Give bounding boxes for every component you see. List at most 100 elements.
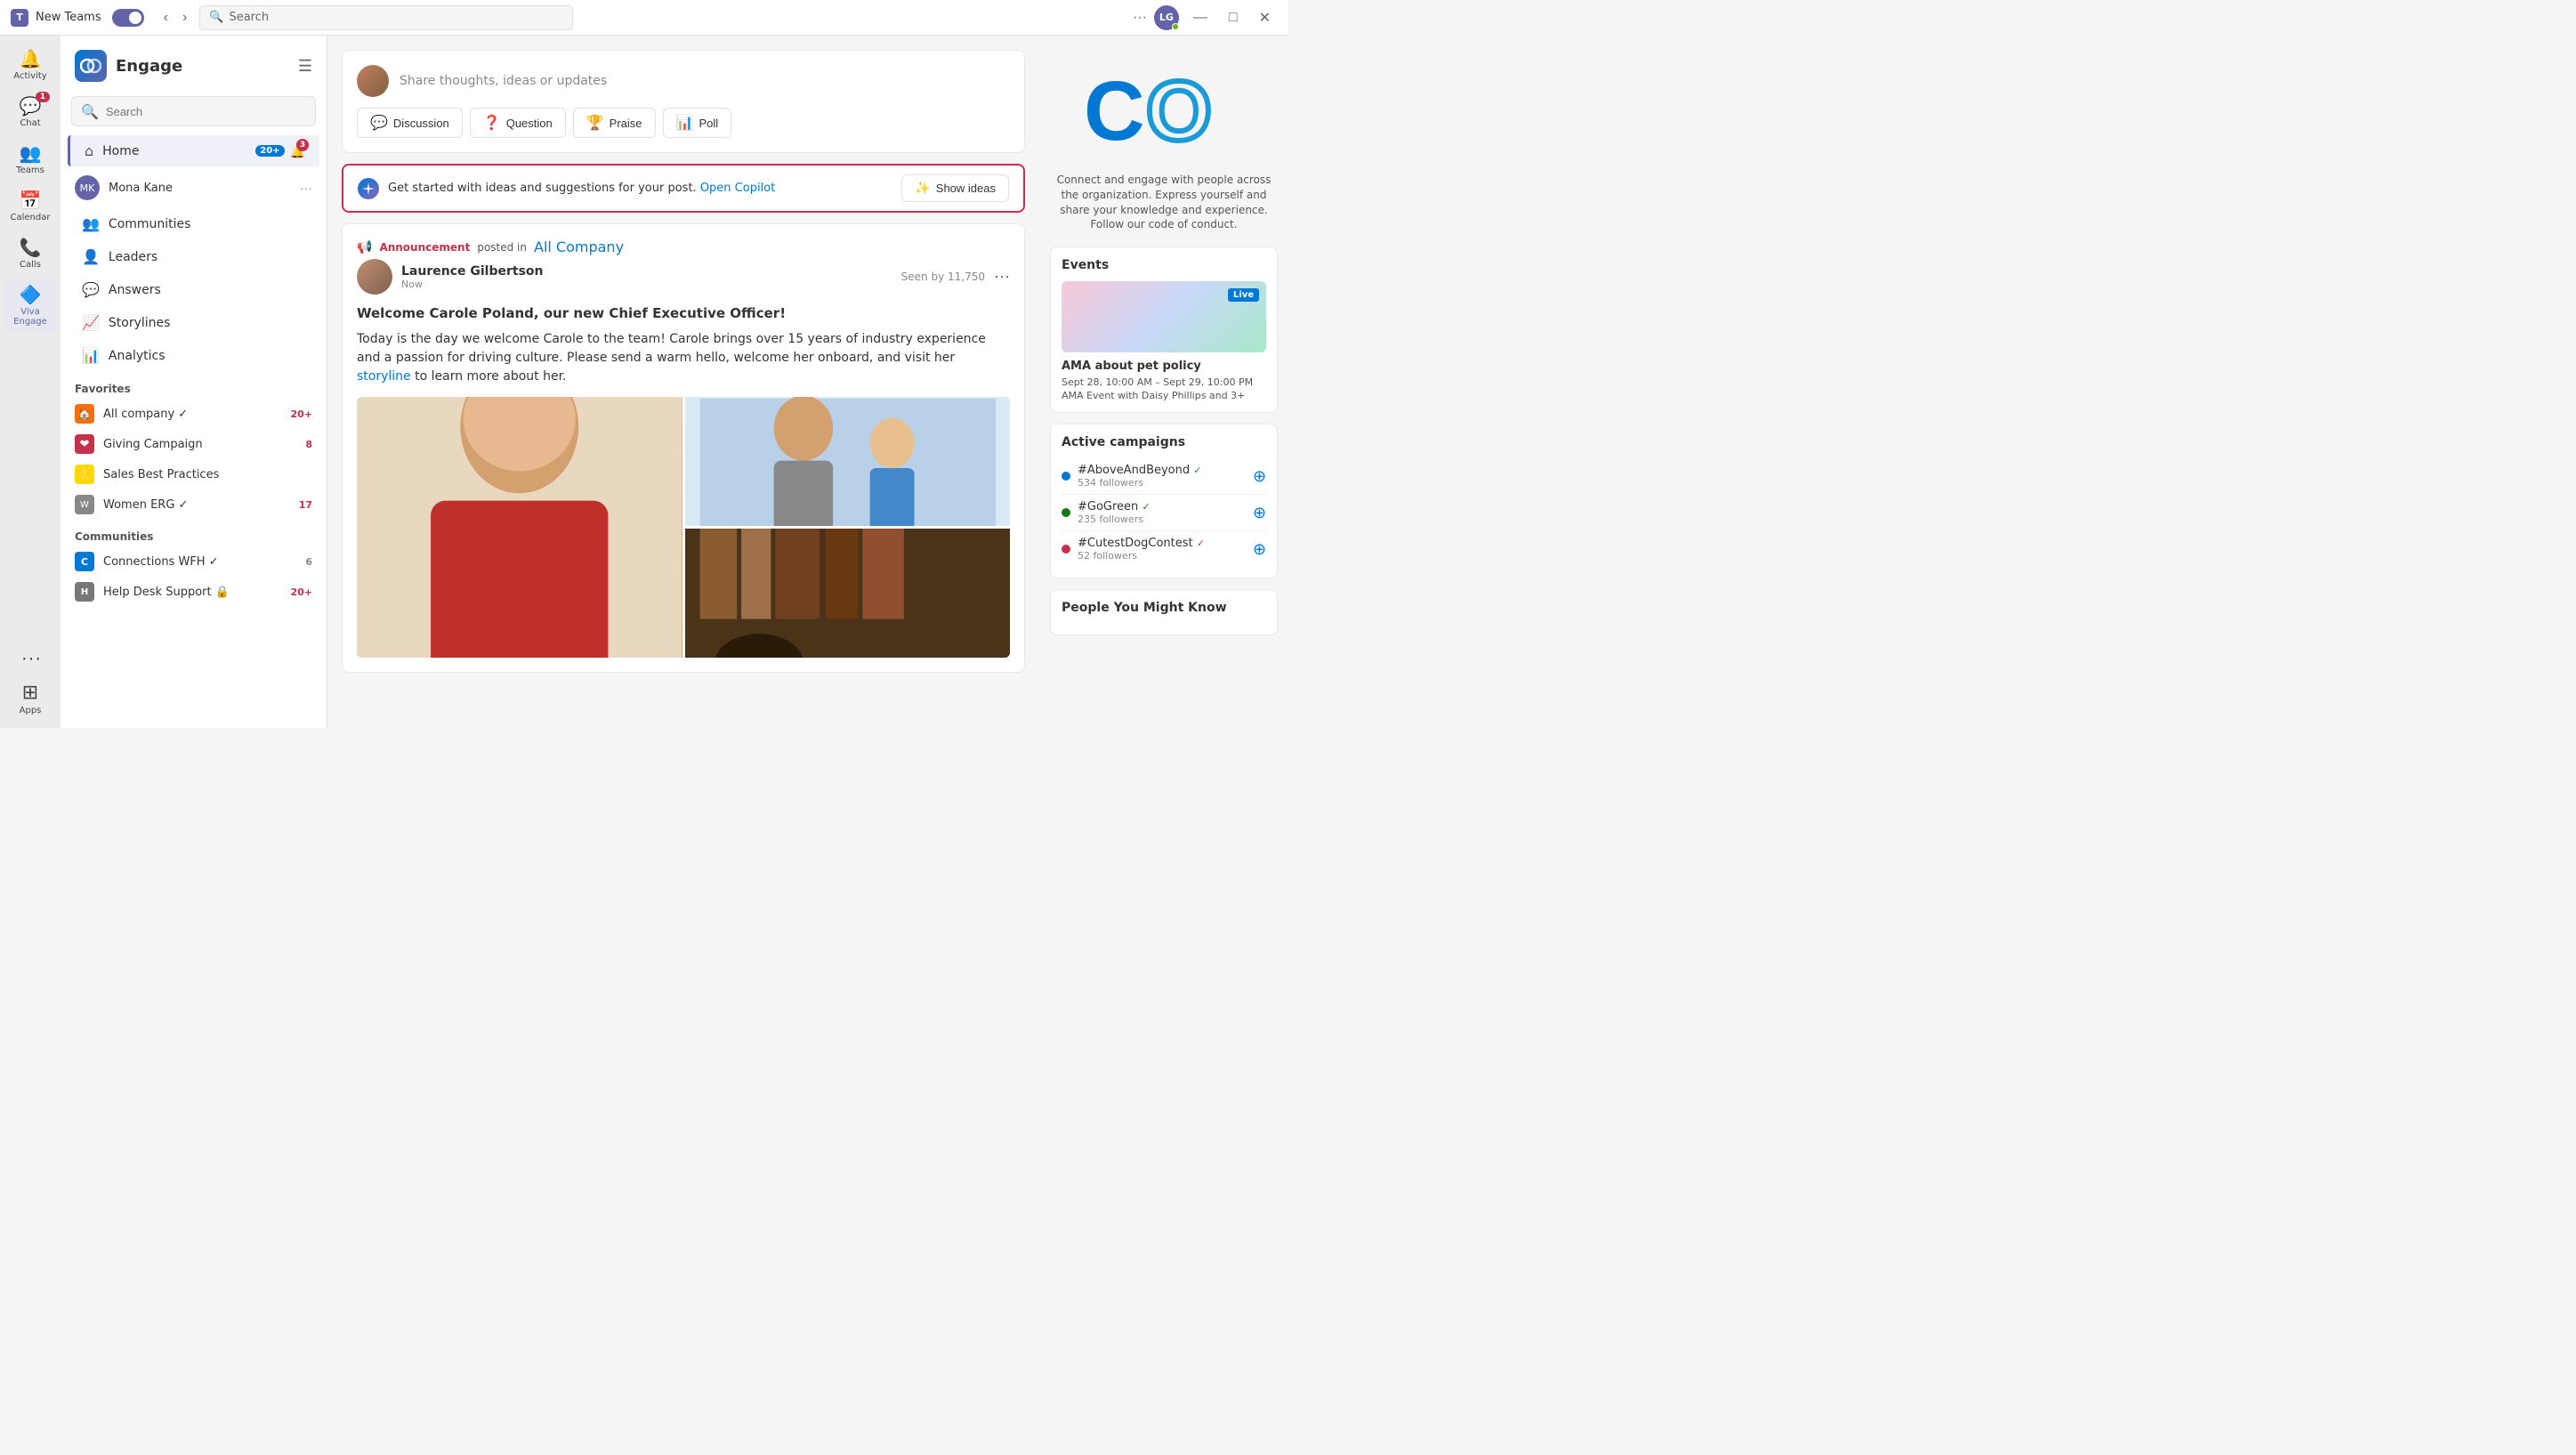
copilot-icon <box>358 178 379 199</box>
fav-item-connections[interactable]: C Connections WFH ✓ 6 <box>61 546 327 577</box>
main-content: Share thoughts, ideas or updates 💬 Discu… <box>327 36 1039 728</box>
global-search[interactable]: 🔍 Search <box>199 5 573 30</box>
storyline-link[interactable]: storyline <box>357 369 411 384</box>
women-erg-name: Women ERG ✓ <box>103 498 290 512</box>
sidebar-item-apps[interactable]: ⊞ Apps <box>4 676 57 721</box>
poll-button[interactable]: 📊 Poll <box>663 108 732 138</box>
discussion-button[interactable]: 💬 Discussion <box>357 108 463 138</box>
show-ideas-button[interactable]: ✨ Show ideas <box>901 174 1009 202</box>
notification-bell[interactable]: 🔔 3 <box>290 142 305 159</box>
nav-item-storylines[interactable]: 📈 Storylines <box>68 307 319 338</box>
post-image-3 <box>685 529 1011 658</box>
question-icon: ❓ <box>483 114 501 132</box>
mona-more-button[interactable]: ··· <box>300 181 312 195</box>
main-layout: 🔔 Activity 1 💬 Chat 👥 Teams 📅 Calendar 📞… <box>0 36 1288 728</box>
above-beyond-name: #AboveAndBeyond ✓ <box>1078 464 1246 477</box>
sidebar-item-teams[interactable]: 👥 Teams <box>4 137 57 181</box>
campaigns-section: Active campaigns #AboveAndBeyond ✓ 534 f… <box>1050 424 1278 578</box>
fav-item-sales[interactable]: ⭐ Sales Best Practices <box>61 459 327 489</box>
campaigns-title: Active campaigns <box>1062 435 1266 449</box>
sidebar-item-calls[interactable]: 📞 Calls <box>4 231 57 275</box>
svg-text:O: O <box>1146 64 1212 158</box>
go-green-dot <box>1062 508 1070 517</box>
co-description: Connect and engage with people across th… <box>1050 173 1278 232</box>
mona-name: Mona Kane <box>109 182 173 195</box>
people-section: People You Might Know <box>1050 589 1278 635</box>
copilot-bar: Get started with ideas and suggestions f… <box>342 164 1025 213</box>
nav-item-answers[interactable]: 💬 Answers <box>68 274 319 305</box>
fav-item-women-erg[interactable]: W Women ERG ✓ 17 <box>61 489 327 520</box>
post-image-1 <box>357 397 682 658</box>
communities-icon: 👥 <box>82 215 100 232</box>
user-item-mona[interactable]: MK Mona Kane ··· <box>61 168 327 207</box>
answers-icon: 💬 <box>82 281 100 298</box>
sparkle-icon: ✨ <box>915 181 930 196</box>
sidebar-menu-button[interactable]: ☰ <box>298 57 312 76</box>
event-title: AMA about pet policy <box>1062 360 1266 373</box>
all-company-badge: 20+ <box>290 408 312 420</box>
nav-item-leaders[interactable]: 👤 Leaders <box>68 241 319 272</box>
bookshelf-svg <box>685 529 1011 658</box>
more-icon: ··· <box>20 651 41 667</box>
announcement-label: Announcement <box>379 241 470 254</box>
sidebar-item-activity[interactable]: 🔔 Activity <box>4 43 57 86</box>
helpdesk-name: Help Desk Support 🔒 <box>103 586 281 599</box>
more-options-button[interactable]: ··· <box>1133 10 1147 26</box>
mona-avatar: MK <box>75 175 100 200</box>
sidebar-item-calendar[interactable]: 📅 Calendar <box>4 184 57 228</box>
above-beyond-add-button[interactable]: ⊕ <box>1253 467 1266 486</box>
minimize-button[interactable]: — <box>1186 0 1215 36</box>
poll-icon: 📊 <box>676 114 694 132</box>
family-svg <box>685 397 1011 526</box>
toggle-container[interactable] <box>112 9 144 27</box>
back-button[interactable]: ‹ <box>158 8 174 28</box>
viva-engage-label: Viva Engage <box>11 307 50 327</box>
show-ideas-label: Show ideas <box>936 182 996 195</box>
bell-badge: 3 <box>296 139 309 151</box>
question-button[interactable]: ❓ Question <box>470 108 566 138</box>
analytics-label: Analytics <box>109 349 166 363</box>
giving-name: Giving Campaign <box>103 438 296 451</box>
composer-placeholder[interactable]: Share thoughts, ideas or updates <box>400 74 1010 88</box>
post-composer: Share thoughts, ideas or updates 💬 Discu… <box>342 50 1025 153</box>
nav-item-analytics[interactable]: 📊 Analytics <box>68 340 319 371</box>
sidebar-item-more[interactable]: ··· <box>4 645 57 673</box>
new-teams-toggle[interactable] <box>112 9 144 27</box>
sidebar-item-viva-engage[interactable]: 🔷 Viva Engage <box>4 279 57 332</box>
all-company-name: All company ✓ <box>103 408 281 421</box>
sidebar-search-input[interactable] <box>106 105 306 118</box>
poll-label: Poll <box>699 117 718 130</box>
cutest-dog-add-button[interactable]: ⊕ <box>1253 540 1266 559</box>
fav-item-all-company[interactable]: 🏠 All company ✓ 20+ <box>61 399 327 429</box>
cutest-dog-info: #CutestDogContest ✓ 52 followers <box>1078 537 1246 562</box>
post-author-info: Laurence Gilbertson Now <box>401 264 892 290</box>
campaign-item-go-green: #GoGreen ✓ 235 followers ⊕ <box>1062 495 1266 531</box>
fav-item-helpdesk[interactable]: H Help Desk Support 🔒 20+ <box>61 577 327 607</box>
community-link[interactable]: All Company <box>534 238 624 255</box>
open-copilot-link[interactable]: Open Copilot <box>700 182 775 195</box>
title-bar: T New Teams ‹ › 🔍 Search ··· LG — □ ✕ <box>0 0 1288 36</box>
left-rail: 🔔 Activity 1 💬 Chat 👥 Teams 📅 Calendar 📞… <box>0 36 61 728</box>
answers-label: Answers <box>109 283 161 297</box>
praise-button[interactable]: 🏆 Praise <box>573 108 656 138</box>
close-button[interactable]: ✕ <box>1252 0 1278 36</box>
post-image-bookshelf <box>685 529 1011 658</box>
nav-item-home[interactable]: ⌂ Home 20+ 🔔 3 <box>68 135 319 166</box>
fav-item-giving[interactable]: ❤ Giving Campaign 8 <box>61 429 327 459</box>
sidebar-search[interactable]: 🔍 <box>71 96 316 126</box>
go-green-add-button[interactable]: ⊕ <box>1253 504 1266 522</box>
women-erg-icon: W <box>75 495 94 514</box>
post-card: 📢 Announcement posted in All Company Lau… <box>342 223 1025 673</box>
user-avatar[interactable]: LG <box>1154 5 1179 30</box>
storylines-icon: 📈 <box>82 314 100 331</box>
search-placeholder: Search <box>229 11 269 24</box>
post-more-button[interactable]: ⋯ <box>994 268 1010 287</box>
cutest-dog-dot <box>1062 545 1070 554</box>
forward-button[interactable]: › <box>177 8 192 28</box>
composer-input-row[interactable]: Share thoughts, ideas or updates <box>357 65 1010 97</box>
campaign-item-cutest-dog: #CutestDogContest ✓ 52 followers ⊕ <box>1062 531 1266 567</box>
sidebar-item-chat[interactable]: 1 💬 Chat <box>4 90 57 133</box>
giving-badge: 8 <box>305 439 312 450</box>
nav-item-communities[interactable]: 👥 Communities <box>68 208 319 239</box>
maximize-button[interactable]: □ <box>1222 0 1245 36</box>
